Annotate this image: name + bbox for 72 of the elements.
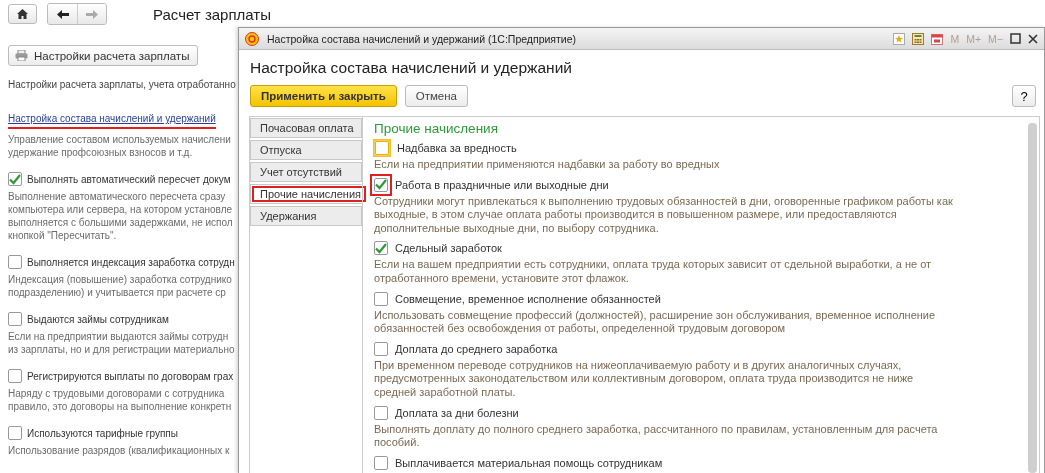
- tab-highlight: Удержания: [259, 209, 318, 224]
- checkbox[interactable]: [374, 241, 388, 256]
- right-arrow-icon: [86, 9, 98, 19]
- logo-icon: [245, 31, 259, 46]
- tab-highlight: Учет отсутствий: [259, 165, 343, 180]
- description-line: правило, это договоры на выполнение конкретн: [8, 400, 233, 413]
- tab-highlight: Отпуска: [259, 143, 303, 158]
- option-description: Если на предприятии применяются надбавки за работу во вредных: [374, 158, 721, 172]
- description-line: удержание профсоюзных взносов и т.д.: [8, 146, 194, 159]
- option-label: Доплата за дни болезни: [395, 406, 519, 419]
- option-description: Если на вашем предприятии есть сотрудники, оплата труда которых зависит от сдельной выработки, а не от отработанного времени, установите этот флажок.: [374, 258, 933, 286]
- description-line: из зарплаты, но и для регистрации материально: [8, 343, 236, 356]
- option-description: Сотрудники могут привлекаться к выполнению трудовых обязанностей в дни, оговоренные графиком работы как выходные, в этом случае оплата работы производится в повышенном размере, или предоставляются дополнительные выходные дни, по выбору сотрудника.: [374, 194, 954, 236]
- tab-highlight: Почасовая оплата: [259, 121, 355, 136]
- option-label: Выдаются займы сотрудникам: [27, 312, 169, 326]
- description-line: выполняется с большими задержками, не испол: [8, 216, 234, 229]
- option-description: Использовать совмещение профессий (должностей), расширение зон обслуживания, временное исполнение обязанностей без освобождения от работы, определенной трудовым договором: [374, 308, 937, 336]
- description-line: Индексация (повышение) заработка сотруднико: [8, 273, 233, 286]
- checkbox[interactable]: [374, 341, 388, 356]
- checkbox[interactable]: [374, 455, 388, 470]
- page-title: Расчет зарплаты: [153, 5, 271, 23]
- description-line: Наряду с трудовыми договорами с сотрудника: [8, 387, 226, 400]
- cancel-button[interactable]: Отмена: [404, 85, 468, 107]
- option-label: Выполняется индексация заработка сотрудн: [27, 255, 235, 269]
- home-icon: [17, 9, 28, 19]
- description-line: компьютера или сервера, на котором установле: [8, 203, 234, 216]
- left-arrow-icon: [56, 9, 69, 19]
- home-button[interactable]: [8, 4, 37, 24]
- calculator-icon[interactable]: [912, 32, 925, 45]
- option-label: Надбавка за вредность: [397, 142, 517, 154]
- calendar-icon[interactable]: [931, 32, 944, 45]
- maximize-icon[interactable]: [1010, 33, 1021, 44]
- checkbox[interactable]: [8, 426, 22, 440]
- description-line: Выполнение автоматического пересчета сразу: [8, 190, 227, 203]
- dialog-heading: Настройка состава начислений и удержаний: [249, 58, 573, 78]
- settings-link[interactable]: Настройка состава начислений и удержаний: [8, 113, 216, 129]
- settings-button[interactable]: Настройки расчета зарплаты: [8, 45, 199, 66]
- section-tab[interactable]: Учет отсутствий: [250, 162, 362, 182]
- description-line: Использование разрядов (квалификационных к: [8, 444, 231, 457]
- checkbox[interactable]: [374, 291, 388, 306]
- scrollbar[interactable]: [1028, 123, 1037, 473]
- option-label: Работа в праздничные или выходные дни: [395, 178, 609, 191]
- option-label: Используются тарифные группы: [27, 426, 178, 440]
- option-label: Выплачивается материальная помощь сотрудникам: [395, 456, 663, 469]
- option-label: Регистрируются выплаты по договорам грах: [27, 369, 234, 383]
- section-tab[interactable]: Удержания: [250, 206, 362, 226]
- close-icon[interactable]: [1028, 33, 1038, 44]
- option-label: Выполнять автоматический пересчет докум: [27, 172, 231, 186]
- checkbox[interactable]: [8, 172, 22, 186]
- checkbox[interactable]: [8, 312, 22, 326]
- section-tab[interactable]: Отпуска: [250, 140, 362, 160]
- option-label: Доплата до среднего заработка: [395, 342, 558, 355]
- intro-text: Настройки расчета зарплаты, учета отработанно: [8, 78, 237, 91]
- description-line: кнопкой "Пересчитать".: [8, 229, 118, 242]
- printer-icon: [15, 50, 28, 61]
- help-button[interactable]: ?: [1012, 85, 1036, 107]
- checkbox[interactable]: [8, 369, 22, 383]
- back-button[interactable]: [48, 4, 77, 24]
- section-title: Прочие начисления: [374, 121, 499, 136]
- checkbox[interactable]: [8, 255, 22, 269]
- window-title: Настройка состава начислений и удержаний (1С:Предприятие): [267, 32, 577, 45]
- description-line: Управление составом используемых начислени: [8, 133, 232, 146]
- apply-button[interactable]: Применить и закрыть: [250, 85, 397, 107]
- description-line: подразделению) и учитывается при расчете ср: [8, 286, 227, 299]
- option-description: При временном переводе сотрудников на нижеоплачиваемую работу и в других аналогичных случаях, предусмотренных законодательством или коллективным договором, оплата труда производится не ниже средней заработной платы.: [374, 358, 915, 400]
- checkbox[interactable]: [374, 405, 388, 420]
- option-description: Выполнять доплату до полного среднего заработка, рассчитанного по правилам, установленным для расчета пособий.: [374, 422, 939, 450]
- option-label: Совмещение, временное исполнение обязанностей: [395, 292, 661, 305]
- description-line: Если на предприятии выдаются займы сотрудн: [8, 330, 230, 343]
- star-icon[interactable]: [893, 32, 906, 45]
- option-label: Сдельный заработок: [395, 242, 502, 255]
- section-tab[interactable]: Почасовая оплата: [250, 118, 362, 138]
